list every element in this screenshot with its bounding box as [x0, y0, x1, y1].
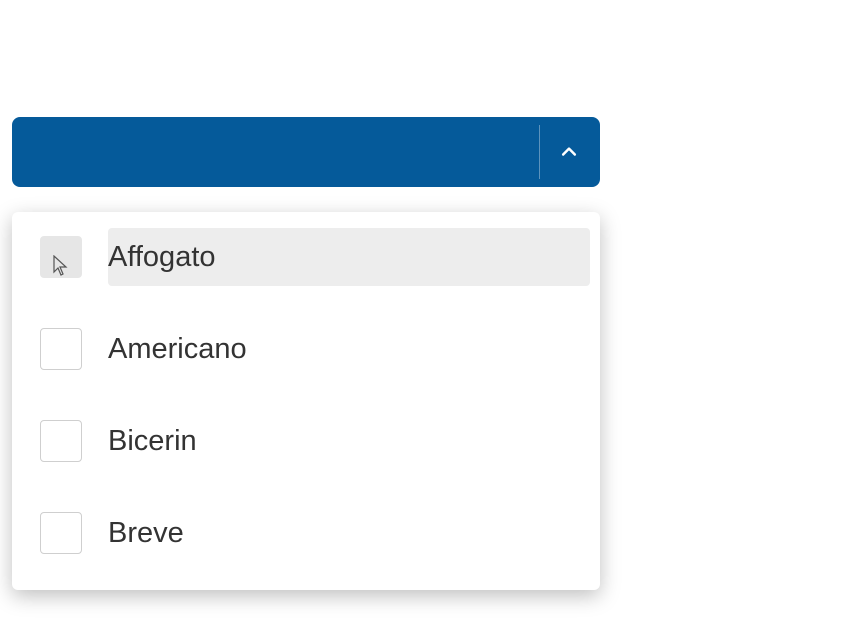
- checkbox-americano[interactable]: [40, 328, 82, 370]
- option-label: Americano: [108, 333, 247, 366]
- option-americano[interactable]: Americano: [20, 320, 592, 378]
- option-label: Affogato: [108, 241, 216, 274]
- dropdown-toggle-button[interactable]: [12, 117, 600, 187]
- option-label: Bicerin: [108, 425, 197, 458]
- checkbox-affogato[interactable]: [40, 236, 82, 278]
- chevron-up-icon: [558, 141, 580, 163]
- checkbox-breve[interactable]: [40, 512, 82, 554]
- dropdown-options-panel: Affogato Americano Bicerin Breve: [12, 212, 600, 590]
- option-bicerin[interactable]: Bicerin: [20, 412, 592, 470]
- checkbox-bicerin[interactable]: [40, 420, 82, 462]
- option-affogato[interactable]: Affogato: [20, 228, 592, 286]
- option-breve[interactable]: Breve: [20, 504, 592, 562]
- dropdown-divider: [539, 125, 540, 179]
- multi-select-dropdown: Affogato Americano Bicerin Breve: [12, 117, 600, 590]
- option-label: Breve: [108, 517, 184, 550]
